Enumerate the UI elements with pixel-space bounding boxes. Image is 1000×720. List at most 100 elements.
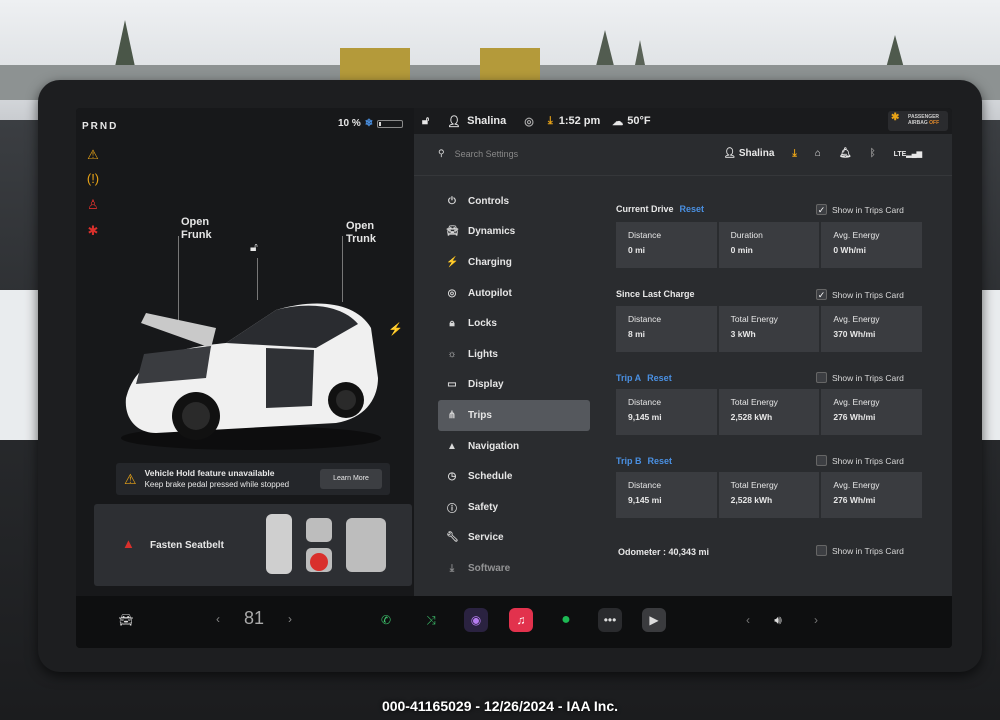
stat-card: Distance 9,145 mi	[616, 472, 717, 518]
notification-bell-icon[interactable]: 🔔︎	[839, 148, 852, 159]
seatbelt-alert-icon: ▲	[122, 536, 135, 551]
stat-card: Avg. Energy 370 Wh/mi	[821, 306, 923, 352]
nav-item-service[interactable]: 🔧︎ Service	[438, 523, 590, 554]
sentry-icon[interactable]: ◎	[524, 115, 534, 128]
stat-label: Distance	[628, 480, 662, 490]
touchscreen: PRND 10 % ❄ ⚠ (!) ♙ ✱ Open Frunk 🔓︎ Open…	[76, 108, 952, 648]
temp-down-chevron-icon[interactable]: ‹	[216, 612, 220, 626]
battery-indicator: 10 % ❄	[338, 118, 404, 129]
shuffle-app-icon[interactable]: ⤨	[419, 608, 443, 632]
stat-value: 0 mi	[628, 245, 646, 255]
charge-port-icon[interactable]: ⚡	[388, 322, 403, 336]
stat-value: 9,145 mi	[628, 412, 662, 422]
volume-up-chevron-icon[interactable]: ›	[804, 608, 828, 632]
current-drive-show-toggle[interactable]: ✓ Show in Trips Card	[816, 204, 904, 215]
nav-item-label: Navigation	[468, 440, 520, 452]
stat-value: 0 min	[730, 245, 753, 255]
music-icon[interactable]: ♫	[509, 608, 533, 632]
settings-panel: ⚲ Search Settings 👤︎ Shalina ⤓ ⌂ 🔔︎ ᛒ LT…	[414, 134, 952, 596]
open-trunk-line2: Trunk	[346, 233, 376, 245]
since-charge-show-toggle[interactable]: ✓ Show in Trips Card	[816, 289, 904, 300]
nav-item-schedule[interactable]: ◷ Schedule	[438, 461, 590, 492]
nav-item-label: Lights	[468, 348, 498, 360]
nav-item-charging[interactable]: ⚡ Charging	[438, 247, 590, 278]
trip-a-stats: Distance 9,145 mi Total Energy 2,528 kWh Avg…	[616, 389, 923, 435]
stat-label: Total Energy	[730, 480, 778, 490]
more-apps-icon[interactable]: •••	[598, 608, 622, 632]
trip-a-show-label: Show in Trips Card	[832, 372, 904, 383]
open-frunk-line2: Frunk	[181, 229, 212, 241]
odometer-show-label: Show in Trips Card	[832, 545, 904, 556]
odometer-show-toggle[interactable]: Show in Trips Card	[816, 545, 904, 556]
seatbelt-warning-icon: ♙	[87, 197, 99, 212]
stat-value: 8 mi	[628, 329, 646, 339]
learn-more-button[interactable]: Learn More	[320, 469, 382, 489]
lock-status-icon[interactable]: 🔓︎	[422, 115, 429, 128]
clock-icon: ◷	[447, 471, 457, 483]
nav-item-display[interactable]: ▭ Display	[438, 370, 590, 401]
nav-item-controls[interactable]: ⏻ Controls	[438, 186, 590, 217]
checkbox-checked-icon[interactable]: ✓	[816, 204, 827, 215]
open-trunk-button[interactable]: Open Trunk	[346, 220, 376, 246]
media-player-icon[interactable]: ▶	[642, 608, 666, 632]
spotify-icon[interactable]: ●	[554, 608, 578, 632]
trip-a-reset[interactable]: Reset	[647, 373, 672, 383]
car-icon: 🚘︎	[446, 226, 459, 238]
phone-icon[interactable]: ✆	[374, 608, 398, 632]
homelink-icon[interactable]: ⌂	[815, 148, 821, 159]
nav-item-label: Trips	[468, 409, 492, 421]
status-temperature: 50°F	[627, 115, 651, 127]
odometer-label: Odometer :	[618, 547, 667, 557]
profile-button[interactable]: 👤︎ Shalina	[723, 148, 774, 159]
temp-up-chevron-icon[interactable]: ›	[288, 612, 292, 626]
stat-label: Duration	[730, 230, 763, 240]
steering-wheel-icon: ◎	[447, 287, 457, 299]
current-drive-reset[interactable]: Reset	[680, 204, 705, 214]
seat-map-image	[266, 514, 386, 574]
nav-item-dynamics[interactable]: 🚘︎ Dynamics	[438, 217, 590, 248]
trip-a-show-toggle[interactable]: Show in Trips Card	[816, 372, 904, 383]
stat-label: Avg. Energy	[833, 314, 880, 324]
nav-item-locks[interactable]: 🔒︎ Locks	[438, 308, 590, 339]
profile-icon: 👤︎	[723, 148, 737, 159]
nav-item-navigation[interactable]: ▲ Navigation	[438, 431, 590, 462]
trip-b-stats: Distance 9,145 mi Total Energy 2,528 kWh Avg…	[616, 472, 923, 518]
nav-item-label: Safety	[468, 501, 499, 513]
volume-down-chevron-icon[interactable]: ‹	[736, 608, 760, 632]
nav-item-software[interactable]: ⤓ Software	[438, 553, 590, 584]
checkbox-checked-icon[interactable]: ✓	[816, 289, 827, 300]
open-frunk-button[interactable]: Open Frunk	[181, 216, 212, 242]
checkbox-unchecked-icon[interactable]	[816, 455, 827, 466]
stat-label: Total Energy	[730, 314, 778, 324]
status-time: 1:52 pm	[558, 115, 601, 127]
volume-icon[interactable]: 🔊︎	[766, 608, 790, 632]
nav-item-lights[interactable]: ☼ Lights	[438, 339, 590, 370]
display-icon: ▭	[447, 379, 457, 391]
stat-label: Distance	[628, 397, 662, 407]
open-frunk-line1: Open	[181, 216, 210, 228]
software-update-icon[interactable]: ⤓	[792, 148, 796, 159]
trip-b-reset[interactable]: Reset	[648, 456, 673, 466]
bolt-icon: ⚡	[446, 256, 459, 268]
car-icon[interactable]: 🚘︎	[114, 608, 138, 632]
trip-b-heading: Trip B Reset	[616, 456, 672, 466]
download-status-icon[interactable]: ⤓	[548, 115, 553, 128]
search-input[interactable]: ⚲ Search Settings	[438, 148, 518, 159]
nav-item-safety[interactable]: ⓘ Safety	[438, 492, 590, 523]
car-model-image	[121, 303, 381, 450]
checkbox-unchecked-icon[interactable]	[816, 372, 827, 383]
since-charge-title: Since Last Charge	[616, 289, 695, 299]
fasten-seatbelt-text: Fasten Seatbelt	[150, 540, 224, 551]
current-drive-heading: Current Drive Reset	[616, 204, 704, 214]
stat-card: Total Energy 3 kWh	[718, 306, 820, 352]
nav-item-trips[interactable]: ⋔ Trips	[438, 400, 590, 431]
nav-item-autopilot[interactable]: ◎ Autopilot	[438, 278, 590, 309]
bluetooth-icon[interactable]: ᛒ	[870, 148, 876, 159]
since-charge-heading: Since Last Charge	[616, 289, 695, 299]
cabin-temperature[interactable]: 81	[244, 608, 264, 629]
unlock-icon[interactable]: 🔓︎	[250, 240, 258, 255]
trip-b-show-toggle[interactable]: Show in Trips Card	[816, 455, 904, 466]
checkbox-unchecked-icon[interactable]	[816, 545, 827, 556]
status-user-name[interactable]: Shalina	[467, 115, 506, 127]
camera-icon[interactable]: ◉	[464, 608, 488, 632]
